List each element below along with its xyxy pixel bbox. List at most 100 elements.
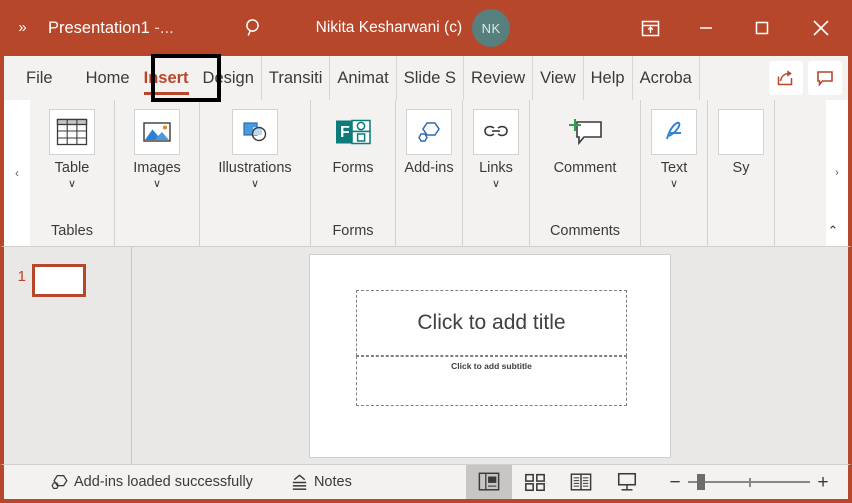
ribbon-group-label-illustrations (200, 216, 310, 246)
ribbon-group-label-images (115, 216, 199, 246)
share-icon (775, 67, 797, 89)
notes-button[interactable]: Notes (289, 472, 352, 493)
tab-animations-label: Animat (337, 69, 388, 88)
chevron-down-icon[interactable]: ∨ (251, 179, 259, 190)
tab-acrobat-label: Acroba (640, 69, 692, 88)
ribbon-button-add-ins[interactable]: Add-ins (396, 106, 462, 177)
account-name[interactable]: Nikita Kesharwani (c) (316, 19, 462, 37)
zoom-slider-handle[interactable] (697, 474, 705, 490)
subtitle-placeholder[interactable]: Click to add subtitle (356, 356, 627, 406)
new-comment-icon-box (562, 109, 608, 155)
vertical-scrollbar[interactable] (843, 247, 848, 464)
ribbon-group-forms: F Forms Forms (311, 100, 396, 246)
tab-transitions[interactable]: Transiti (262, 56, 330, 100)
document-title: Presentation1 -... (48, 19, 174, 38)
table-icon-box (49, 109, 95, 155)
ribbon-button-illustrations[interactable]: Illustrations ∨ (200, 106, 310, 190)
slide-show-button[interactable] (604, 465, 650, 499)
slide-editing-pane[interactable]: Click to add title Click to add subtitle (132, 247, 848, 464)
tab-design-label: Design (203, 69, 254, 88)
tab-animations[interactable]: Animat (330, 56, 396, 100)
subtitle-placeholder-text: Click to add subtitle (451, 361, 532, 371)
chevron-down-icon[interactable]: ∨ (492, 179, 500, 190)
zoom-in-button[interactable]: + (810, 473, 836, 492)
avatar[interactable]: NK (472, 9, 510, 47)
search-button[interactable] (234, 17, 274, 39)
tab-file-label: File (26, 69, 53, 88)
tab-file[interactable]: File (4, 56, 79, 100)
tab-design[interactable]: Design (196, 56, 262, 100)
zoom-out-button[interactable]: − (662, 473, 688, 492)
chevron-down-icon[interactable]: ∨ (68, 179, 76, 190)
title-placeholder[interactable]: Click to add title (356, 290, 627, 356)
notes-icon (289, 472, 310, 493)
ribbon-button-text-label: Text (661, 161, 688, 177)
ribbon: ‹ (0, 100, 852, 246)
minimize-button[interactable] (678, 0, 734, 56)
ribbon-button-links[interactable]: Links ∨ (463, 106, 529, 190)
comments-button[interactable] (808, 61, 842, 95)
ribbon-group-symbols: Sy (708, 100, 775, 246)
ribbon-group-label-forms: Forms (311, 216, 395, 246)
slide-canvas[interactable]: Click to add title Click to add subtitle (309, 254, 671, 458)
ribbon-button-table[interactable]: Table ∨ (30, 106, 114, 190)
reading-view-button[interactable] (558, 465, 604, 499)
ribbon-group-label-links (463, 216, 529, 246)
ribbon-group-label-symbols (708, 216, 774, 246)
powerpoint-window: » Presentation1 -... Nikita Kesharwani (… (0, 0, 852, 503)
addins-icon-box (406, 109, 452, 155)
ribbon-button-images-label: Images (133, 161, 181, 177)
ribbon-button-add-ins-label: Add-ins (401, 161, 457, 177)
slide-sorter-icon (523, 471, 547, 493)
symbols-icon-box (718, 109, 764, 155)
document-title-suffix: -... (154, 19, 173, 37)
minimize-icon (696, 18, 716, 38)
zoom-control: − + (662, 473, 836, 492)
close-icon (810, 17, 832, 39)
ribbon-button-symbols[interactable]: Sy (708, 106, 774, 177)
link-icon (481, 120, 511, 144)
shapes-icon (240, 118, 270, 146)
tab-help[interactable]: Help (584, 56, 633, 100)
tab-home[interactable]: Home (79, 56, 137, 100)
chevron-down-icon[interactable]: ∨ (153, 179, 161, 190)
tab-insert[interactable]: Insert (137, 56, 196, 100)
tab-insert-underline (144, 92, 189, 95)
zoom-slider[interactable] (688, 473, 810, 491)
ribbon-button-forms[interactable]: F Forms (311, 106, 395, 179)
ribbon-group-illustrations: Illustrations ∨ (200, 100, 311, 246)
pictures-icon (141, 118, 173, 146)
chevron-down-icon[interactable]: ∨ (670, 179, 678, 190)
status-addins-label: Add-ins loaded successfully (74, 474, 253, 490)
ribbon-button-comment-label: Comment (554, 161, 617, 177)
addins-icon (50, 472, 70, 492)
ribbon-button-images[interactable]: Images ∨ (115, 106, 199, 190)
slide-thumbnail-pane[interactable]: 1 (4, 247, 132, 464)
title-placeholder-text: Click to add title (417, 311, 565, 335)
maximize-button[interactable] (734, 0, 790, 56)
forms-icon: F (334, 117, 372, 147)
normal-view-button[interactable] (466, 465, 512, 499)
slide-number: 1 (4, 260, 32, 464)
tab-slide-show[interactable]: Slide S (397, 56, 464, 100)
slide-sorter-button[interactable] (512, 465, 558, 499)
close-button[interactable] (790, 0, 852, 56)
ribbon-button-comment[interactable]: Comment (530, 106, 640, 177)
ribbon-scroll-left-button[interactable]: ‹ (4, 100, 30, 246)
tab-view[interactable]: View (533, 56, 583, 100)
slide-thumbnail-1[interactable] (32, 264, 86, 297)
ribbon-collapse-button[interactable]: ⌃ (820, 218, 846, 244)
reading-view-icon (569, 471, 593, 493)
tab-insert-label: Insert (144, 69, 189, 88)
ribbon-button-text[interactable]: Text ∨ (641, 106, 707, 190)
tab-review[interactable]: Review (464, 56, 533, 100)
tab-review-label: Review (471, 69, 525, 88)
addins-icon (414, 118, 444, 146)
share-button[interactable] (769, 61, 803, 95)
status-addins[interactable]: Add-ins loaded successfully (50, 472, 253, 492)
ribbon-display-options-button[interactable] (622, 0, 678, 56)
window-controls (622, 0, 852, 56)
quick-access-overflow-button[interactable]: » (0, 0, 44, 56)
ribbon-tab-strip: File Home Insert Design Transiti Animat … (0, 56, 852, 100)
tab-acrobat[interactable]: Acroba (633, 56, 700, 100)
